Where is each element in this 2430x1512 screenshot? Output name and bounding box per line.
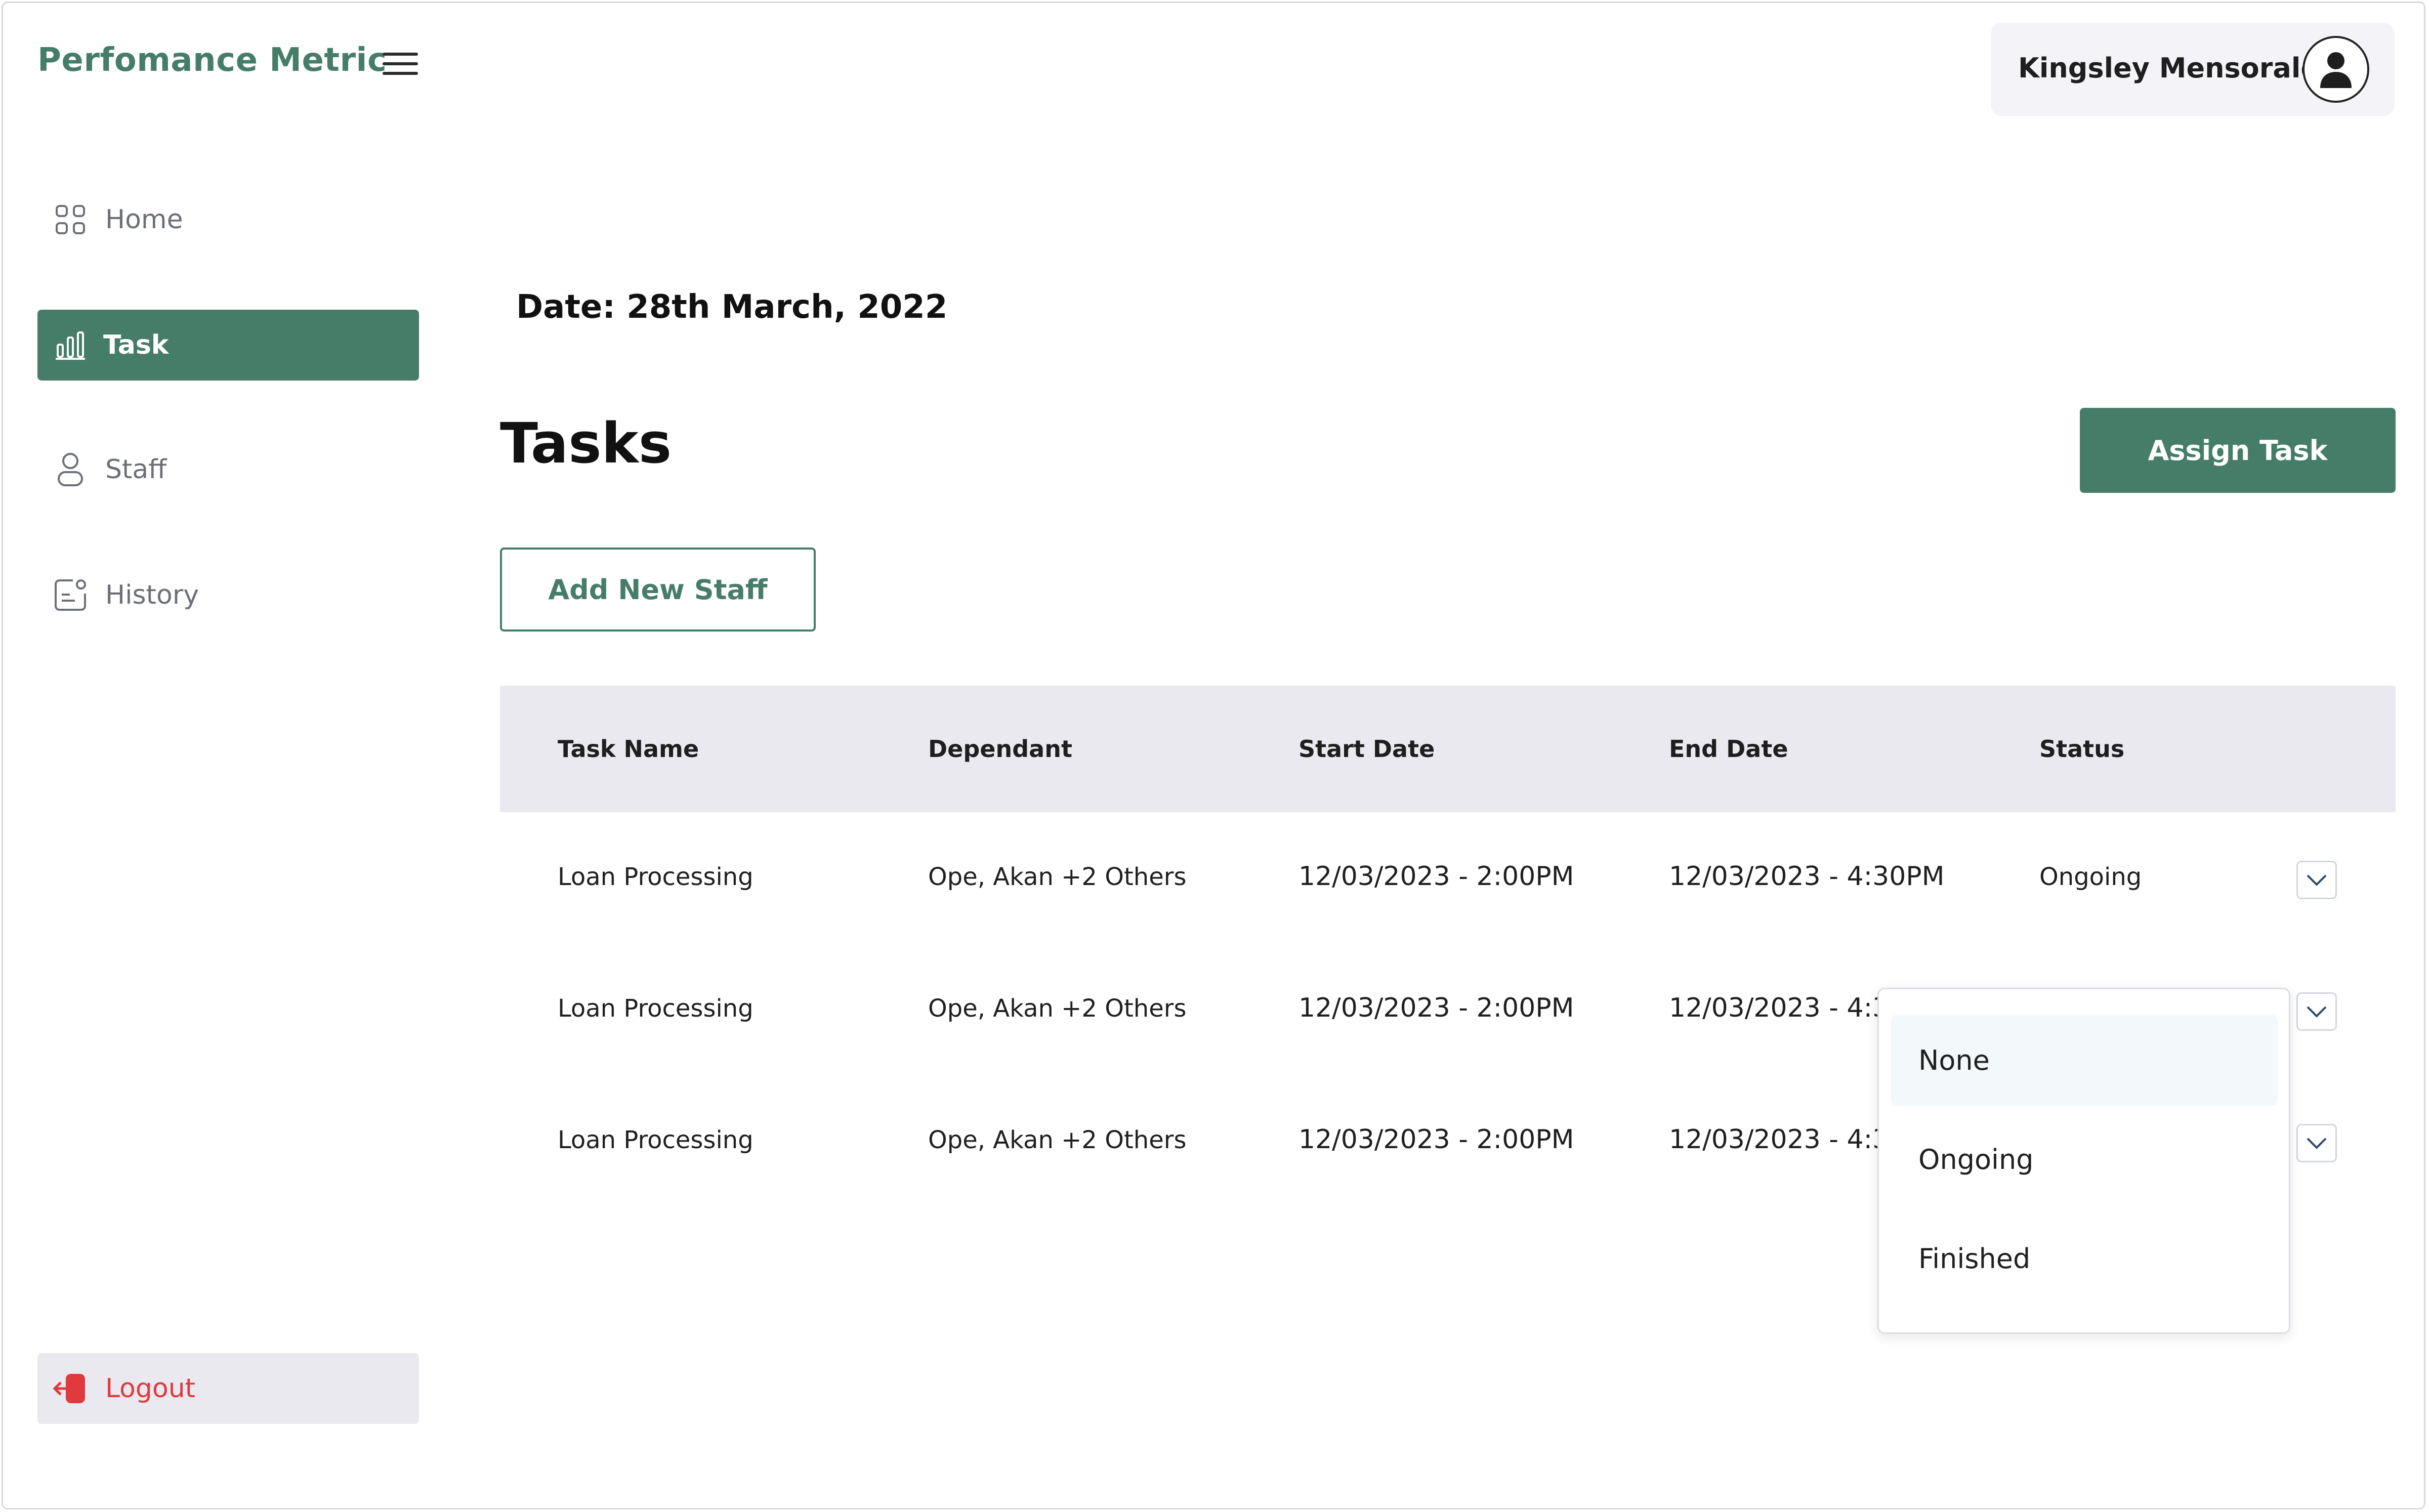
sidebar-item-staff[interactable]: Staff	[37, 434, 419, 505]
logout-label: Logout	[105, 1373, 196, 1404]
history-icon	[55, 579, 86, 611]
sidebar-item-label: Home	[105, 204, 183, 235]
current-date: Date: 28th March, 2022	[516, 288, 948, 326]
page-title: Tasks	[500, 411, 672, 476]
app-title: Perfomance Metric	[37, 41, 387, 79]
chevron-down-icon	[2307, 874, 2327, 886]
table-header: Task Name Dependant Start Date End Date …	[500, 686, 2396, 812]
column-header-end-date: End Date	[1669, 735, 1788, 763]
assign-task-button[interactable]: Assign Task	[2080, 408, 2396, 493]
status-option-none[interactable]: None	[1891, 1015, 2278, 1106]
status-option-finished[interactable]: Finished	[1891, 1213, 2278, 1304]
cell-start-date: 12/03/2023 - 2:00PM	[1298, 1124, 1574, 1155]
status-dropdown-toggle[interactable]	[2296, 861, 2337, 899]
cell-task-name: Loan Processing	[558, 994, 753, 1023]
sidebar-item-label: Staff	[105, 454, 167, 485]
status-option-ongoing[interactable]: Ongoing	[1891, 1114, 2278, 1205]
logout-button[interactable]: Logout	[37, 1353, 419, 1424]
cell-start-date: 12/03/2023 - 2:00PM	[1298, 993, 1574, 1023]
cell-dependant: Ope, Akan +2 Others	[928, 994, 1187, 1023]
cell-task-name: Loan Processing	[558, 863, 753, 891]
bar-chart-icon	[56, 331, 85, 360]
cell-end-date: 12/03/2023 - 4:3	[1669, 993, 1890, 1023]
status-dropdown-toggle[interactable]	[2296, 992, 2337, 1031]
status-dropdown-toggle[interactable]	[2296, 1124, 2337, 1162]
cell-dependant: Ope, Akan +2 Others	[928, 1126, 1187, 1154]
cell-end-date: 12/03/2023 - 4:3	[1669, 1124, 1890, 1155]
chevron-down-icon	[2307, 1006, 2327, 1018]
cell-start-date: 12/03/2023 - 2:00PM	[1298, 861, 1574, 892]
sidebar-item-home[interactable]: Home	[37, 184, 419, 255]
status-dropdown-menu: None Ongoing Finished	[1877, 988, 2290, 1334]
column-header-task-name: Task Name	[558, 735, 699, 763]
sidebar-item-label: History	[105, 580, 199, 610]
cell-end-date: 12/03/2023 - 4:30PM	[1669, 861, 1945, 892]
user-profile-card[interactable]: Kingsley Mensorale	[1991, 23, 2395, 116]
add-new-staff-button[interactable]: Add New Staff	[500, 548, 816, 632]
column-header-dependant: Dependant	[928, 735, 1072, 763]
cell-status: Ongoing	[2039, 863, 2142, 891]
sidebar-item-label: Task	[103, 330, 169, 360]
column-header-start-date: Start Date	[1298, 735, 1435, 763]
table-row[interactable]: Loan Processing Ope, Akan +2 Others 12/0…	[500, 837, 2396, 918]
sidebar-item-task[interactable]: Task	[37, 310, 419, 381]
user-icon	[58, 453, 83, 486]
column-header-status: Status	[2039, 735, 2125, 763]
user-name: Kingsley Mensorale	[2018, 52, 2319, 84]
grid-icon	[56, 205, 85, 234]
hamburger-menu-icon[interactable]	[383, 53, 418, 75]
sidebar-item-history[interactable]: History	[37, 560, 419, 631]
cell-task-name: Loan Processing	[558, 1126, 753, 1154]
chevron-down-icon	[2307, 1138, 2327, 1149]
avatar[interactable]	[2302, 36, 2369, 103]
cell-dependant: Ope, Akan +2 Others	[928, 863, 1187, 891]
logout-icon	[53, 1374, 85, 1403]
user-avatar-icon	[2320, 52, 2352, 88]
